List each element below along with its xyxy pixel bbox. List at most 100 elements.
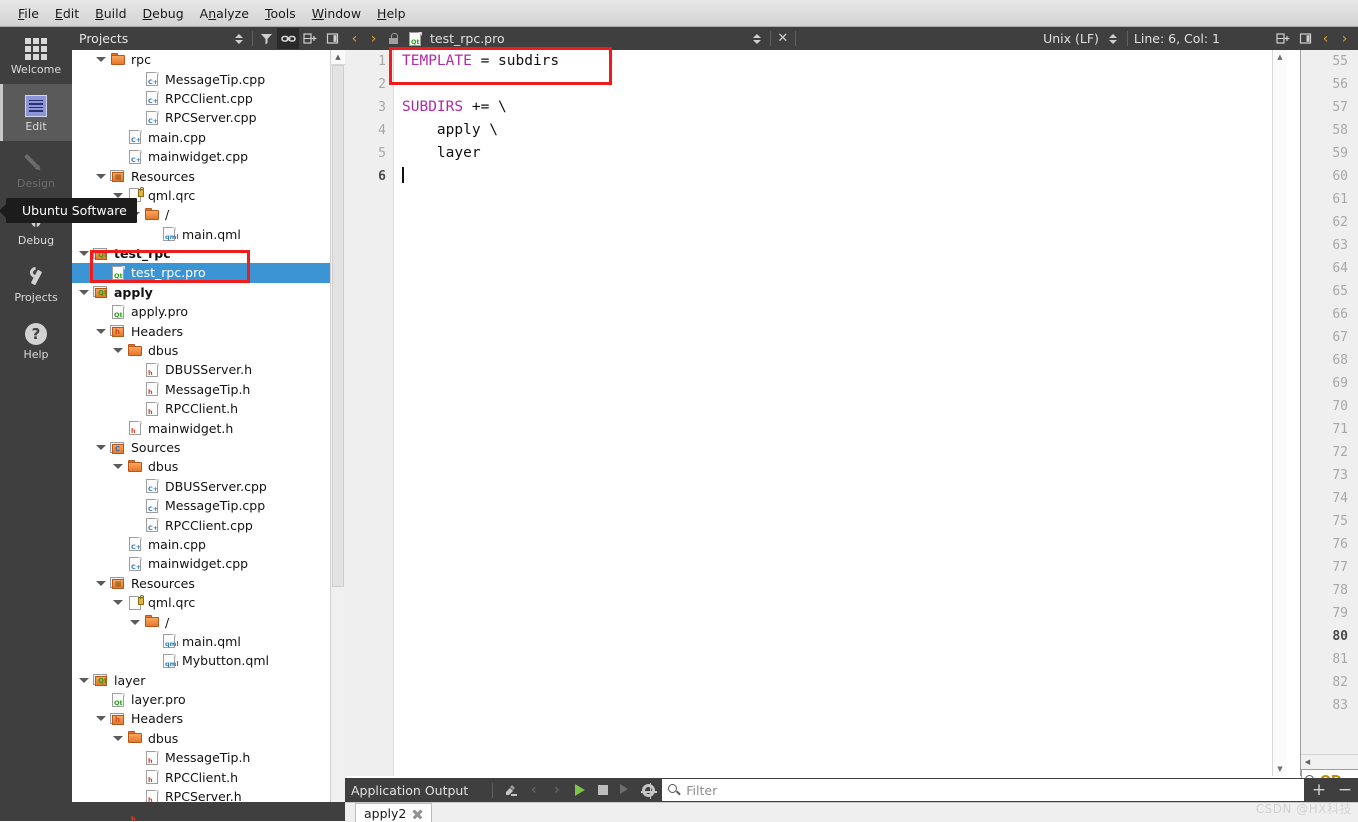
menu-item-debug[interactable]: Debug bbox=[135, 4, 192, 23]
chevron-down-icon[interactable] bbox=[95, 578, 106, 589]
split-add-icon[interactable] bbox=[299, 28, 321, 49]
tree-item[interactable]: dbus bbox=[72, 457, 345, 476]
menu-item-analyze[interactable]: Analyze bbox=[192, 4, 257, 23]
code-content[interactable]: TEMPLATE = subdirs SUBDIRS += \ apply \ l… bbox=[393, 50, 1287, 776]
scroll-thumb[interactable] bbox=[332, 65, 344, 587]
tree-item[interactable]: C+ RPCClient.cpp bbox=[72, 89, 345, 108]
close-pane-icon[interactable] bbox=[321, 28, 343, 49]
code-line[interactable]: TEMPLATE = subdirs bbox=[393, 50, 1287, 73]
line-ending-dropdown-icon[interactable] bbox=[1105, 33, 1121, 44]
tree-item[interactable]: qml main.qml bbox=[72, 225, 345, 244]
output-filter-field[interactable]: Filter bbox=[662, 779, 1304, 801]
activity-item-edit[interactable]: Edit bbox=[0, 84, 72, 141]
chevron-down-icon[interactable] bbox=[95, 171, 106, 182]
close-split-icon[interactable] bbox=[1294, 28, 1316, 49]
menu-item-help[interactable]: Help bbox=[369, 4, 414, 23]
tree-item[interactable]: qml Mybutton.qml bbox=[72, 651, 345, 670]
tree-item[interactable]: C+ MessageTip.cpp bbox=[72, 69, 345, 88]
tree-item[interactable]: C+ RPCServer.cpp bbox=[72, 108, 345, 127]
tree-item[interactable]: Qt test_rpc bbox=[72, 244, 345, 263]
tree-item[interactable]: / bbox=[72, 612, 345, 631]
split-horizontal-icon[interactable] bbox=[1272, 28, 1294, 49]
tree-item[interactable]: C+ mainwidget.cpp bbox=[72, 554, 345, 573]
activity-item-welcome[interactable]: Welcome bbox=[0, 27, 72, 84]
editor-scroll-down-arrow[interactable]: ▼ bbox=[1273, 762, 1287, 776]
chevron-down-icon[interactable] bbox=[78, 675, 89, 686]
zoom-in-button[interactable]: + bbox=[1306, 779, 1332, 801]
tree-item[interactable]: h DBUSServer.h bbox=[72, 360, 345, 379]
run-icon[interactable] bbox=[568, 779, 591, 801]
tree-item[interactable]: h RPCClient.h bbox=[72, 767, 345, 786]
right-pane-forward-icon[interactable]: › bbox=[1335, 31, 1354, 47]
tree-item[interactable]: h MessageTip.h bbox=[72, 380, 345, 399]
chevron-down-icon[interactable] bbox=[95, 713, 106, 724]
link-icon[interactable] bbox=[277, 28, 299, 49]
scroll-up-arrow[interactable]: ▲ bbox=[331, 50, 345, 65]
project-tree[interactable]: rpc C+ MessageTip.cpp C+ RPCClient.cpp C+ RPCS… bbox=[72, 50, 345, 821]
tree-item[interactable]: C+ main.cpp bbox=[72, 535, 345, 554]
tree-item[interactable]: rpc bbox=[72, 50, 345, 69]
menu-item-tools[interactable]: Tools bbox=[257, 4, 304, 23]
tree-item[interactable]: ▦ Resources bbox=[72, 166, 345, 185]
tree-item[interactable]: ▦ Resources bbox=[72, 574, 345, 593]
output-pane-title[interactable]: Application Output bbox=[351, 783, 468, 798]
line-ending-label[interactable]: Unix (LF) bbox=[1043, 31, 1099, 46]
tree-item[interactable]: Qt apply.pro bbox=[72, 302, 345, 321]
settings-gear-icon[interactable] bbox=[637, 779, 660, 801]
close-icon[interactable] bbox=[412, 808, 423, 819]
tree-item[interactable]: dbus bbox=[72, 729, 345, 748]
next-item-icon[interactable]: › bbox=[545, 779, 568, 801]
code-line[interactable] bbox=[393, 165, 1287, 188]
hscroll-left-arrow[interactable]: ◀ bbox=[1301, 758, 1314, 766]
sync-selector-icon[interactable] bbox=[228, 28, 250, 49]
project-tree-scrollbar[interactable]: ▲ bbox=[330, 50, 345, 821]
activity-item-help[interactable]: ? Help bbox=[0, 312, 72, 369]
tree-item[interactable]: h Headers bbox=[72, 321, 345, 340]
chevron-down-icon[interactable] bbox=[112, 461, 123, 472]
menu-item-file[interactable]: File bbox=[10, 4, 47, 23]
zoom-out-button[interactable]: − bbox=[1332, 779, 1358, 801]
filter-icon[interactable] bbox=[255, 28, 277, 49]
tree-item[interactable]: C+ RPCClient.cpp bbox=[72, 515, 345, 534]
clear-output-icon[interactable] bbox=[499, 779, 522, 801]
cursor-position-label[interactable]: Line: 6, Col: 1 bbox=[1134, 31, 1220, 46]
menu-item-build[interactable]: Build bbox=[87, 4, 134, 23]
editor-forward-icon[interactable]: › bbox=[364, 31, 383, 47]
tree-item[interactable]: h Headers bbox=[72, 709, 345, 728]
editor-file-selector[interactable]: Qt test_rpc.pro bbox=[407, 31, 505, 47]
chevron-down-icon[interactable] bbox=[129, 617, 140, 628]
chevron-down-icon[interactable] bbox=[112, 345, 123, 356]
stop-icon[interactable] bbox=[591, 779, 614, 801]
prev-item-icon[interactable]: ‹ bbox=[522, 779, 545, 801]
tree-item[interactable]: qml main.qml bbox=[72, 632, 345, 651]
chevron-down-icon[interactable] bbox=[95, 326, 106, 337]
chevron-down-icon[interactable] bbox=[78, 248, 89, 259]
tree-item[interactable]: dbus bbox=[72, 341, 345, 360]
tree-item-selected[interactable]: Qt test_rpc.pro bbox=[72, 263, 345, 283]
editor-back-icon[interactable]: ‹ bbox=[345, 31, 364, 47]
tree-item[interactable]: C Sources bbox=[72, 438, 345, 457]
secondary-pane-hscrollbar[interactable]: ◀ bbox=[1301, 754, 1358, 769]
chevron-down-icon[interactable] bbox=[112, 597, 123, 608]
tree-item[interactable]: Qt layer.pro bbox=[72, 690, 345, 709]
tree-item[interactable]: Qt layer bbox=[72, 671, 345, 690]
tree-item[interactable]: C+ MessageTip.cpp bbox=[72, 496, 345, 515]
menu-item-edit[interactable]: Edit bbox=[47, 4, 87, 23]
output-tab-apply2[interactable]: apply2 bbox=[355, 803, 433, 822]
activity-item-projects[interactable]: Projects bbox=[0, 255, 72, 312]
tree-item[interactable]: Qt apply bbox=[72, 283, 345, 302]
code-line[interactable] bbox=[393, 73, 1287, 96]
code-editor[interactable]: 1 2 3 4 5 6 TEMPLATE = subdirs SUBDIRS += \ ap… bbox=[345, 50, 1287, 776]
right-pane-back-icon[interactable]: ‹ bbox=[1316, 31, 1335, 47]
unlock-icon[interactable] bbox=[383, 33, 403, 44]
rerun-icon[interactable] bbox=[614, 779, 637, 801]
secondary-editor-pane[interactable]: 55 56 57 58 59 60 61 62 63 64 65 66 67 68 69 70 71 72 73 74… bbox=[1300, 50, 1358, 776]
editor-file-dropdown-icon[interactable] bbox=[749, 33, 765, 44]
menu-item-window[interactable]: Window bbox=[304, 4, 369, 23]
code-line[interactable]: layer bbox=[393, 142, 1287, 165]
chevron-down-icon[interactable] bbox=[95, 54, 106, 65]
chevron-down-icon[interactable] bbox=[95, 442, 106, 453]
tree-item[interactable]: h RPCClient.h bbox=[72, 399, 345, 418]
chevron-down-icon[interactable] bbox=[112, 733, 123, 744]
editor-scrollbar[interactable]: ▲ ▼ bbox=[1272, 50, 1287, 776]
